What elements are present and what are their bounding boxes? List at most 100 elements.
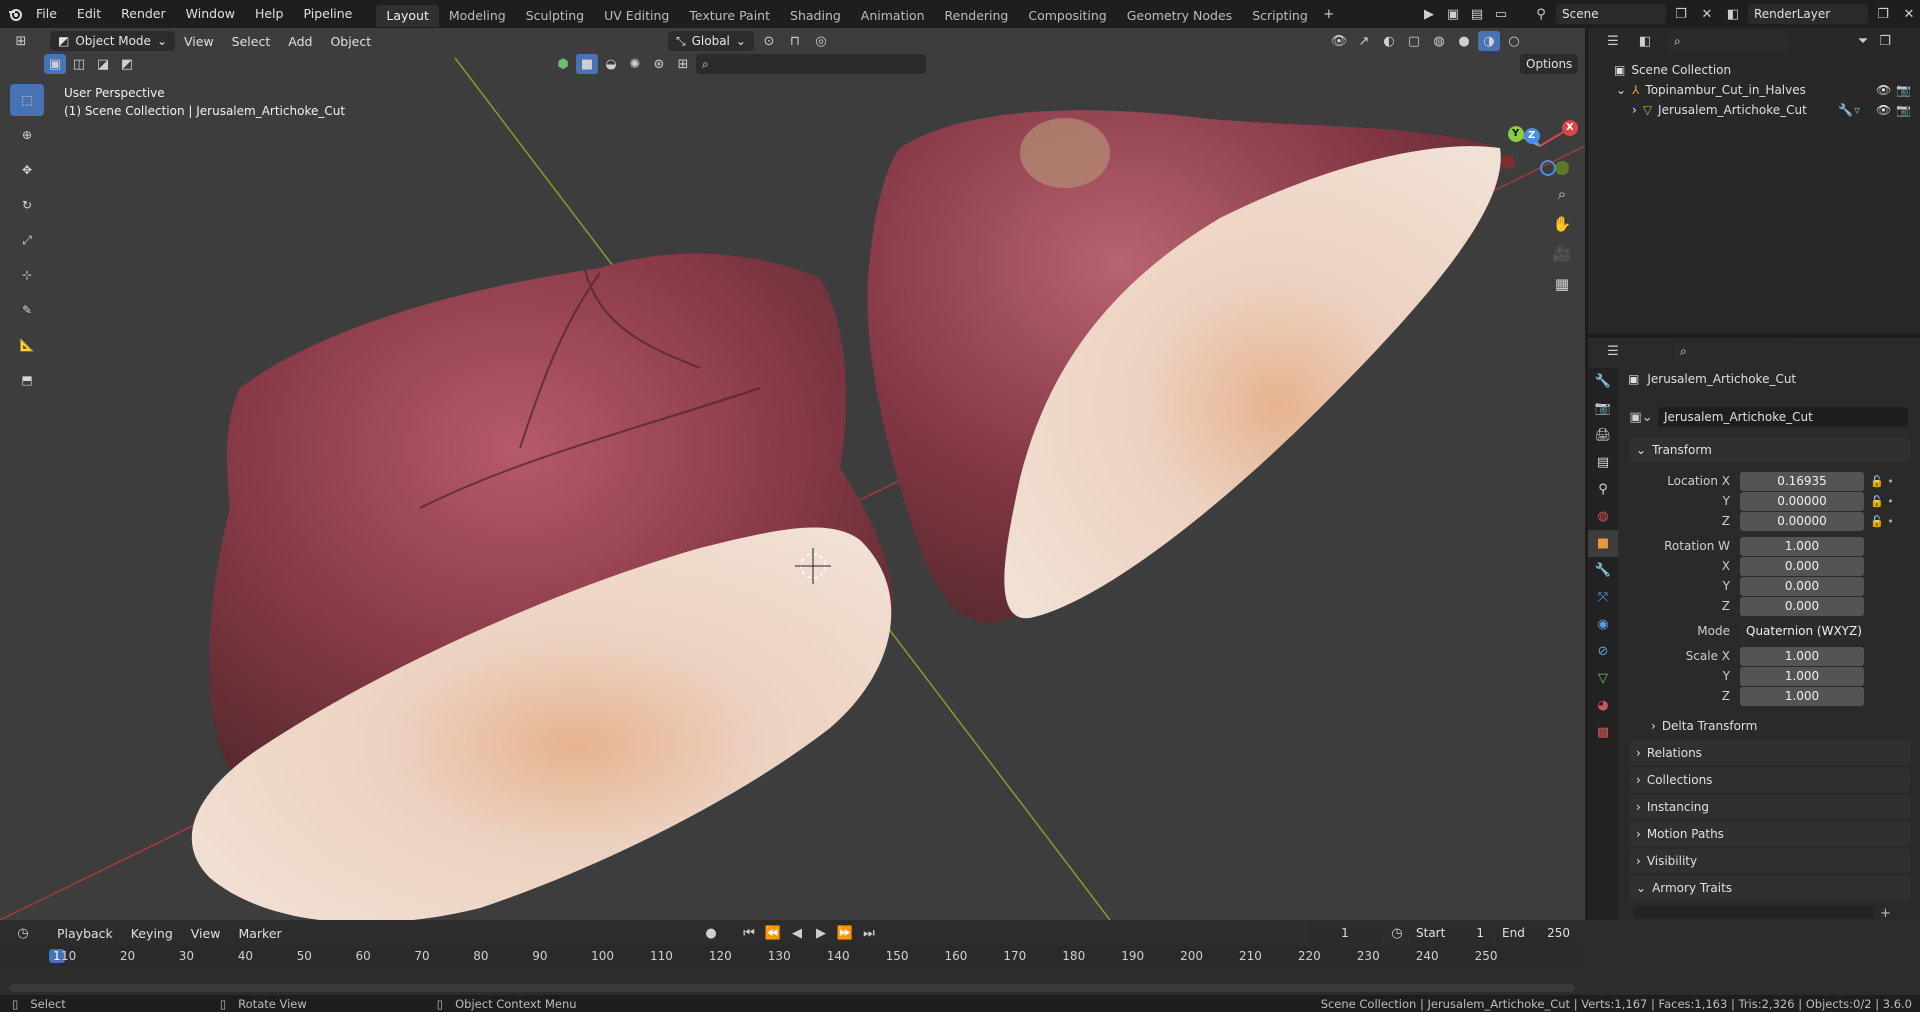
constraints-tab-icon[interactable]: ⊘ <box>1588 638 1618 665</box>
expand-arrow-icon[interactable]: ⌄ <box>1616 83 1626 97</box>
outliner-filter-icon[interactable]: ⏷ <box>1852 31 1874 51</box>
tab-scripting[interactable]: Scripting <box>1242 5 1318 27</box>
options-button[interactable]: Options <box>1520 54 1579 74</box>
tab-layout[interactable]: Layout <box>376 4 439 27</box>
select-invert-icon[interactable]: ◩ <box>116 54 138 74</box>
rotation-y-field[interactable]: 0.000 <box>1740 577 1864 596</box>
rotation-x-field[interactable]: 0.000 <box>1740 557 1864 576</box>
texture-tab-icon[interactable]: ▩ <box>1588 719 1618 746</box>
camera-view-icon[interactable]: 🎥 <box>1548 240 1576 268</box>
particles-tab-icon[interactable]: ⤧ <box>1588 584 1618 611</box>
location-z-field[interactable]: 0.00000 <box>1740 512 1864 531</box>
annotate-tool-icon[interactable]: ✎ <box>10 294 44 326</box>
add-cube-tool-icon[interactable]: ⬒ <box>10 364 44 396</box>
menu-select[interactable]: Select <box>223 34 280 49</box>
view-layer-field[interactable]: RenderLayer <box>1748 4 1868 24</box>
snap-icon[interactable]: ⊓ <box>784 31 806 51</box>
modifier-tab-icon[interactable]: 🔧 <box>1588 557 1618 584</box>
filter-mesh-icon[interactable]: ■ <box>576 54 598 74</box>
relations-panel-header[interactable]: › Relations <box>1630 741 1910 765</box>
record-icon[interactable]: ● <box>700 923 722 943</box>
visibility-icon[interactable]: 👁 <box>1328 31 1350 51</box>
collections-panel-header[interactable]: › Collections <box>1630 768 1910 792</box>
scale-x-field[interactable]: 1.000 <box>1740 647 1864 666</box>
lock-icon[interactable]: 🔓 • <box>1870 492 1910 512</box>
display-mode-icon[interactable]: ◧ <box>1634 31 1656 51</box>
filter-camera-icon[interactable]: ⊛ <box>648 54 670 74</box>
play-render-icon[interactable]: ▶ <box>1418 4 1440 24</box>
menu-file[interactable]: File <box>26 0 67 28</box>
tab-geometry-nodes[interactable]: Geometry Nodes <box>1117 5 1242 27</box>
tab-modeling[interactable]: Modeling <box>439 5 516 27</box>
menu-edit[interactable]: Edit <box>67 0 111 28</box>
jump-start-icon[interactable]: ⏮ <box>738 923 760 943</box>
tab-sculpting[interactable]: Sculpting <box>516 5 594 27</box>
rotation-z-field[interactable]: 0.000 <box>1740 597 1864 616</box>
viewport-search-field[interactable]: ⌕ <box>696 54 926 74</box>
delta-transform-panel-header[interactable]: › Delta Transform <box>1645 714 1920 738</box>
properties-editor-icon[interactable]: ☰ <box>1602 341 1624 361</box>
wireframe-shading-icon[interactable]: ◍ <box>1428 31 1450 51</box>
mode-dropdown[interactable]: ◩ Object Mode ⌄ <box>50 31 175 51</box>
outliner-row-jerusalem[interactable]: › ▽ Jerusalem_Artichoke_Cut 🔧 ▿ 👁 📷 <box>1588 100 1920 120</box>
transform-panel-header[interactable]: ⌄ Transform <box>1630 438 1910 462</box>
object-name-field[interactable]: Jerusalem_Artichoke_Cut <box>1658 407 1908 427</box>
render-image-icon[interactable]: ▣ <box>1442 4 1464 24</box>
move-tool-icon[interactable]: ✥ <box>10 154 44 186</box>
blender-logo-icon[interactable] <box>4 4 26 24</box>
rotate-tool-icon[interactable]: ↻ <box>10 189 44 221</box>
timeline-editor-icon[interactable]: ◷ <box>12 923 34 943</box>
expand-arrow-icon[interactable]: › <box>1632 103 1637 117</box>
solid-shading-icon[interactable]: ● <box>1453 31 1475 51</box>
properties-search-field[interactable]: ⌕ <box>1674 341 1794 361</box>
start-frame-field[interactable]: Start 1 <box>1410 923 1490 943</box>
add-workspace-icon[interactable]: + <box>1318 4 1340 24</box>
orientation-dropdown[interactable]: ⤡ Global ⌄ <box>668 31 754 51</box>
scene-tab-icon[interactable]: ⚲ <box>1588 476 1618 503</box>
menu-timeline-view[interactable]: View <box>182 926 230 941</box>
scale-tool-icon[interactable]: ⤢ <box>10 224 44 256</box>
outliner-row-topinambur[interactable]: ⌄ ⅄ Topinambur_Cut_in_Halves 👁 📷 <box>1588 80 1920 100</box>
transform-tool-icon[interactable]: ⊹ <box>10 259 44 291</box>
window-icon[interactable]: ▭ <box>1490 4 1512 24</box>
tab-texture-paint[interactable]: Texture Paint <box>679 5 780 27</box>
instancing-panel-header[interactable]: › Instancing <box>1630 795 1910 819</box>
rotation-mode-dropdown[interactable]: Quaternion (WXYZ) <box>1740 622 1864 641</box>
gizmo-toggle-icon[interactable]: ↗ <box>1353 31 1375 51</box>
material-shading-icon[interactable]: ◑ <box>1478 31 1500 51</box>
view-layer-tab-icon[interactable]: ▤ <box>1588 449 1618 476</box>
render-tab-icon[interactable]: 📷 <box>1588 395 1618 422</box>
measure-tool-icon[interactable]: 📐 <box>10 329 44 361</box>
physics-tab-icon[interactable]: ◉ <box>1588 611 1618 638</box>
play-reverse-icon[interactable]: ◀ <box>786 923 808 943</box>
lock-icon[interactable]: 🔓 • <box>1870 512 1910 532</box>
xray-icon[interactable]: ▢ <box>1403 31 1425 51</box>
object-tab-icon[interactable]: ■ <box>1588 530 1618 557</box>
outliner-search-field[interactable]: ⌕ <box>1668 31 1788 51</box>
outliner-editor-icon[interactable]: ☰ <box>1602 31 1624 51</box>
scale-z-field[interactable]: 1.000 <box>1740 687 1864 706</box>
scale-y-field[interactable]: 1.000 <box>1740 667 1864 686</box>
zoom-icon[interactable]: ⌕ <box>1548 180 1576 208</box>
location-y-field[interactable]: 0.00000 <box>1740 492 1864 511</box>
editor-type-icon[interactable]: ⊞ <box>10 31 32 51</box>
render-animation-icon[interactable]: ▤ <box>1466 4 1488 24</box>
proportional-edit-icon[interactable]: ◎ <box>810 31 832 51</box>
select-subtract-icon[interactable]: ◪ <box>92 54 114 74</box>
tab-compositing[interactable]: Compositing <box>1018 5 1116 27</box>
delete-view-layer-icon[interactable]: ✕ <box>1898 4 1920 24</box>
rotation-w-field[interactable]: 1.000 <box>1740 537 1864 556</box>
menu-render[interactable]: Render <box>111 0 176 28</box>
tab-rendering[interactable]: Rendering <box>935 5 1019 27</box>
menu-help[interactable]: Help <box>245 0 294 28</box>
pan-hand-icon[interactable]: ✋ <box>1548 210 1576 238</box>
frame-ruler[interactable]: 1 10 20 30 40 50 60 70 80 90 100 110 120 130 140 150 160… <box>0 946 1585 966</box>
armory-traits-panel-header[interactable]: ⌄ Armory Traits <box>1630 876 1910 900</box>
overlays-icon[interactable]: ◐ <box>1378 31 1400 51</box>
new-collection-icon[interactable]: ❐ <box>1874 31 1896 51</box>
next-keyframe-icon[interactable]: ⏩ <box>834 923 856 943</box>
tab-shading[interactable]: Shading <box>780 5 851 27</box>
data-tab-icon[interactable]: ▽ <box>1588 665 1618 692</box>
navigation-gizmo[interactable]: X Y Z <box>1500 96 1580 176</box>
preview-range-icon[interactable]: ◷ <box>1386 923 1408 943</box>
